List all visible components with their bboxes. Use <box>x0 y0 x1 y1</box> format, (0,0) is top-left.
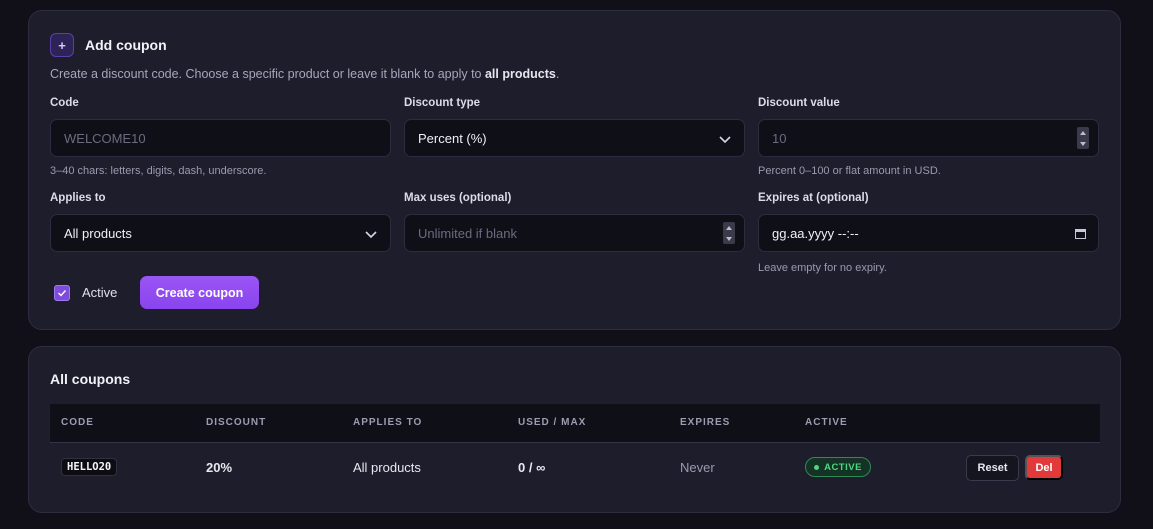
code-hint: 3–40 chars: letters, digits, dash, under… <box>50 165 267 177</box>
column-header-active: ACTIVE <box>805 417 848 428</box>
coupon-expires: Never <box>680 460 715 475</box>
create-coupon-button[interactable]: Create coupon <box>140 276 259 309</box>
number-stepper[interactable] <box>723 222 735 244</box>
description-suffix: . <box>555 67 560 81</box>
add-coupon-description: Create a discount code. Choose a specifi… <box>50 67 559 81</box>
add-coupon-title: Add coupon <box>85 37 167 53</box>
max-uses-input[interactable]: Unlimited if blank <box>404 214 745 252</box>
description-text: Create a discount code. Choose a specifi… <box>50 67 485 81</box>
applies-to-label: Applies to <box>50 192 106 204</box>
column-header-code: CODE <box>61 417 94 428</box>
plus-icon: + <box>50 33 74 57</box>
max-uses-label: Max uses (optional) <box>404 192 512 204</box>
table-header: CODE DISCOUNT APPLIES TO USED / MAX EXPI… <box>50 404 1100 442</box>
column-header-expires: EXPIRES <box>680 417 731 428</box>
status-badge-label: ACTIVE <box>824 461 862 473</box>
discount-value-hint: Percent 0–100 or flat amount in USD. <box>758 165 941 177</box>
coupons-table: CODE DISCOUNT APPLIES TO USED / MAX EXPI… <box>50 404 1100 493</box>
expires-at-label: Expires at (optional) <box>758 192 869 204</box>
discount-type-value: Percent (%) <box>418 130 487 146</box>
reset-button[interactable]: Reset <box>966 455 1019 481</box>
column-header-applies-to: APPLIES TO <box>353 417 423 428</box>
coupon-applies-to: All products <box>353 460 421 475</box>
active-checkbox[interactable] <box>54 285 70 301</box>
expires-at-input[interactable]: gg.aa.yyyy --:-- <box>758 214 1099 252</box>
expires-at-value: gg.aa.yyyy --:-- <box>772 225 859 241</box>
status-badge: ACTIVE <box>805 457 871 477</box>
number-stepper[interactable] <box>1077 127 1089 149</box>
discount-value-placeholder: 10 <box>772 130 787 146</box>
discount-value-input[interactable]: 10 <box>758 119 1099 157</box>
code-label: Code <box>50 97 79 109</box>
column-header-discount: DISCOUNT <box>206 417 267 428</box>
coupon-used-max: 0 / ∞ <box>518 460 546 475</box>
add-coupon-card: + Add coupon Create a discount code. Cho… <box>28 10 1121 330</box>
active-label: Active <box>82 285 118 300</box>
expires-at-hint: Leave empty for no expiry. <box>758 262 887 274</box>
chevron-down-icon <box>365 231 377 239</box>
discount-type-label: Discount type <box>404 97 481 109</box>
table-row: HELLO20 20% All products 0 / ∞ Never ACT… <box>50 443 1100 493</box>
calendar-icon[interactable] <box>1075 228 1086 239</box>
applies-to-select[interactable]: All products <box>50 214 391 252</box>
coupon-code: HELLO20 <box>61 458 118 476</box>
discount-type-select[interactable]: Percent (%) <box>404 119 745 157</box>
checkmark-icon <box>58 290 67 297</box>
discount-value-label: Discount value <box>758 97 840 109</box>
all-coupons-title: All coupons <box>50 371 131 387</box>
max-uses-placeholder: Unlimited if blank <box>418 225 517 241</box>
applies-to-value: All products <box>64 225 132 241</box>
coupon-discount: 20% <box>206 460 233 475</box>
code-input[interactable]: WELCOME10 <box>50 119 391 157</box>
all-coupons-card: All coupons CODE DISCOUNT APPLIES TO USE… <box>28 346 1121 513</box>
delete-button[interactable]: Del <box>1025 455 1063 480</box>
status-dot-icon <box>814 464 820 470</box>
chevron-down-icon <box>719 136 731 144</box>
column-header-used-max: USED / MAX <box>518 417 587 428</box>
code-placeholder: WELCOME10 <box>64 130 146 146</box>
description-bold: all products <box>484 67 556 81</box>
